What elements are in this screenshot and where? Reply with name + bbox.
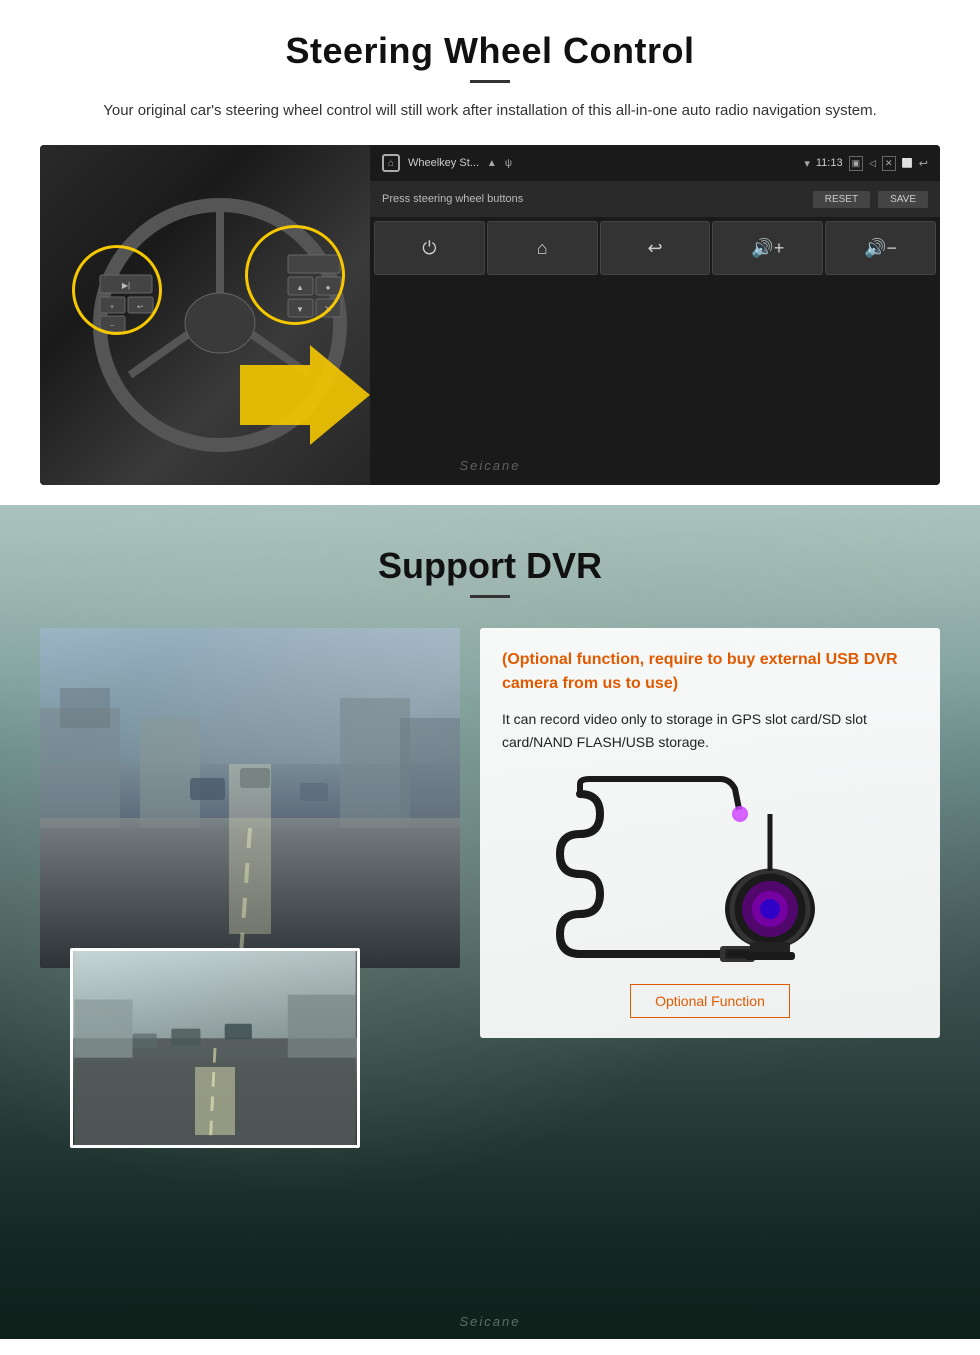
power-icon: ⏻ [422,238,436,259]
dvr-divider [470,595,510,598]
vol-down-icon: 🔊− [864,238,897,259]
home-icon: ⌂ [382,154,400,172]
statusbar-left: ⌂ Wheelkey St... ▲ ψ [382,154,512,172]
wifi-icon: ▾ [804,157,810,170]
dvr-title: Support DVR [40,545,940,587]
statusbar-time: 11:13 [816,157,843,169]
dvr-main-area: (Optional function, require to buy exter… [40,628,940,1038]
dvr-section: Support DVR [0,505,980,1339]
android-button-row: ⏻ ⌂ ↩ 🔊+ 🔊− [370,217,940,279]
steering-image-container: ▶| + ↩ − ▲ ● ▼ ✕ [40,145,940,485]
statusbar-right: ▾ 11:13 ▣ ◁ ✕ ⬜ ↩ [804,156,928,171]
statusbar-app-title: Wheelkey St... [408,157,479,169]
seicane-watermark-steering: Seicane [460,458,521,473]
reset-button[interactable]: RESET [813,191,870,208]
home-btn-icon: ⌂ [537,238,548,259]
dvr-main-photo [40,628,460,968]
seicane-watermark-dvr: Seicane [0,1298,980,1339]
android-home-btn[interactable]: ⌂ [487,221,598,275]
dvr-small-road-svg [73,951,357,1145]
android-statusbar: ⌂ Wheelkey St... ▲ ψ ▾ 11:13 ▣ ◁ ✕ ⬜ ↩ [370,145,940,181]
optional-function-badge[interactable]: Optional Function [630,984,790,1018]
steering-section: Steering Wheel Control Your original car… [0,0,980,505]
back-btn-icon: ↩ [647,238,662,259]
vol-up-icon: 🔊+ [751,238,784,259]
dvr-camera-svg [520,774,900,974]
dvr-camera-image [502,774,918,974]
controlbar-instruction: Press steering wheel buttons [382,193,523,205]
dvr-infocard: (Optional function, require to buy exter… [480,628,940,1038]
screen-icon: ⬜ [902,158,913,169]
android-back-btn[interactable]: ↩ [600,221,711,275]
camera-icon: ▣ [849,156,864,171]
android-controlbar: Press steering wheel buttons RESET SAVE [370,181,940,217]
steering-photo: ▶| + ↩ − ▲ ● ▼ ✕ [40,145,420,485]
usb-icon: ψ [505,158,512,169]
android-vol-down-btn[interactable]: 🔊− [825,221,936,275]
optional-badge-container: Optional Function [502,974,918,1018]
close-icon: ✕ [882,156,896,171]
steering-divider [470,80,510,83]
steering-subtitle: Your original car's steering wheel contr… [100,99,880,123]
signal-icon: ▲ [487,158,497,169]
controlbar-buttons: RESET SAVE [813,191,928,208]
dvr-small-photo [70,948,360,1148]
dvr-road-svg [40,628,460,968]
yellow-arrow-svg [240,345,370,445]
back-icon: ↩ [919,157,928,170]
volume-icon: ◁ [869,158,876,169]
steering-title: Steering Wheel Control [40,30,940,72]
save-button[interactable]: SAVE [878,191,928,208]
dvr-desc-text: It can record video only to storage in G… [502,708,918,754]
android-vol-up-btn[interactable]: 🔊+ [712,221,823,275]
dvr-right: (Optional function, require to buy exter… [480,628,940,1038]
dvr-left [40,628,460,968]
android-screen: ⌂ Wheelkey St... ▲ ψ ▾ 11:13 ▣ ◁ ✕ ⬜ ↩ [370,145,940,485]
android-power-btn[interactable]: ⏻ [374,221,485,275]
highlight-circle-right [245,225,345,325]
highlight-circle-left [72,245,162,335]
dvr-content: Support DVR [0,505,980,1298]
dvr-optional-text: (Optional function, require to buy exter… [502,648,918,696]
